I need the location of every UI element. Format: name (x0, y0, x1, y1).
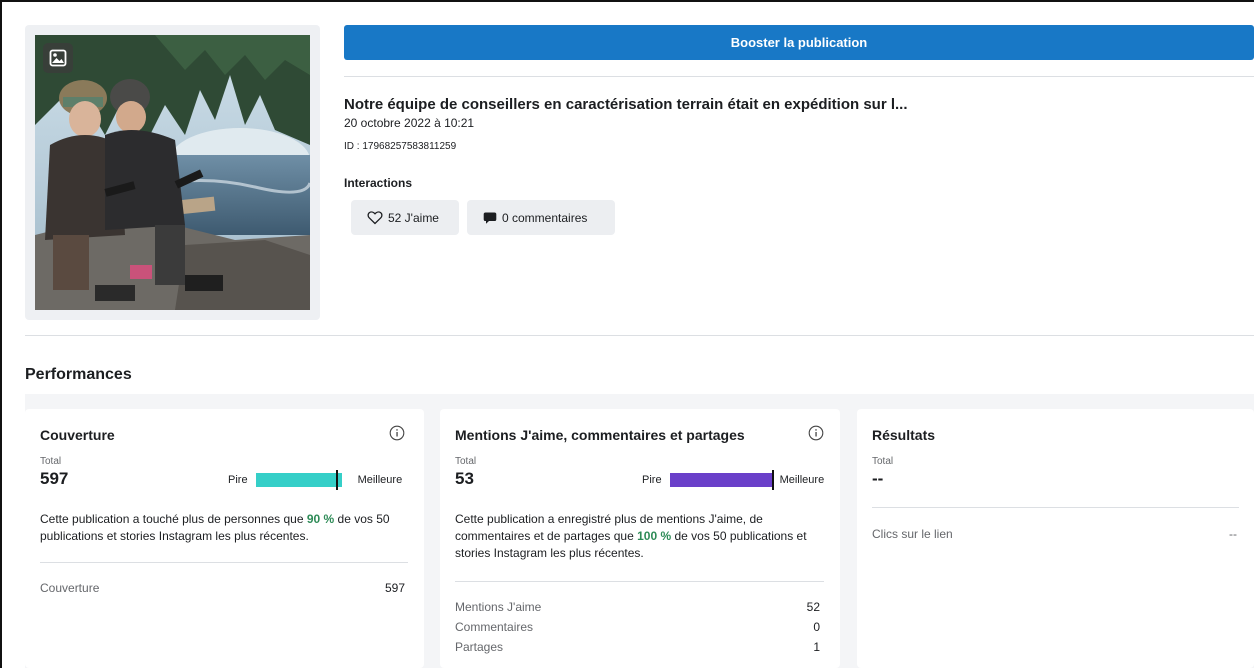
divider (872, 507, 1239, 508)
metric-row: Mentions J'aime 52 (455, 600, 820, 614)
percentile-bar-fill (255, 473, 342, 487)
metric-row: Couverture 597 (40, 581, 405, 595)
total-label: Total (455, 456, 477, 467)
comments-pill[interactable]: 0 commentaires (467, 200, 615, 235)
interactions-label: Interactions (344, 176, 413, 190)
reach-description: Cette publication a touché plus de perso… (40, 512, 390, 543)
total-label: Total (872, 456, 894, 467)
scale-high-label: Meilleure (357, 474, 403, 486)
scale-high-label: Meilleure (779, 474, 825, 486)
post-photo[interactable] (35, 35, 310, 310)
total-value: -- (872, 469, 884, 488)
post-date: 20 octobre 2022 à 10:21 (344, 116, 475, 130)
boost-post-button[interactable]: Booster la publication (344, 25, 1254, 60)
scale-low-label: Pire (642, 474, 662, 486)
percentile-marker (335, 470, 338, 490)
card-title: Mentions J'aime, commentaires et partage… (455, 427, 745, 443)
metric-row: Partages 1 (455, 640, 820, 654)
likes-count: 52 J'aime (388, 210, 439, 225)
percentile-bar (255, 470, 352, 490)
percentile-bar-fill (669, 473, 774, 487)
percentile-scale: Pire Meilleure (228, 470, 403, 490)
metric-row: Commentaires 0 (455, 620, 820, 634)
total-value: 53 (455, 469, 474, 488)
post-id: ID : 17968257583811259 (344, 141, 457, 152)
image-icon (43, 43, 73, 73)
card-title: Couverture (40, 427, 115, 443)
scale-low-label: Pire (228, 474, 248, 486)
engagement-description: Cette publication a enregistré plus de m… (455, 512, 807, 560)
reach-card: Couverture Total 597 Pire Meilleure Cett… (25, 409, 424, 668)
results-card: Résultats Total -- Clics sur le lien -- (857, 409, 1254, 668)
post-title: Notre équipe de conseillers en caractéri… (344, 96, 908, 113)
divider (40, 562, 408, 563)
total-label: Total (40, 456, 62, 467)
heart-icon (367, 211, 383, 225)
divider (455, 581, 824, 582)
info-icon[interactable] (808, 425, 824, 441)
performances-heading: Performances (25, 366, 132, 383)
comments-count: 0 commentaires (502, 210, 588, 225)
likes-pill[interactable]: 52 J'aime (351, 200, 459, 235)
divider (25, 335, 1254, 336)
engagement-card: Mentions J'aime, commentaires et partage… (440, 409, 840, 668)
post-thumbnail-card (25, 25, 320, 320)
percentile-bar (669, 470, 774, 490)
divider (344, 76, 1254, 77)
metric-row: Clics sur le lien -- (872, 527, 1237, 541)
card-title: Résultats (872, 427, 936, 443)
total-value: 597 (40, 469, 69, 488)
percentile-marker (771, 470, 774, 490)
info-icon[interactable] (389, 425, 405, 441)
percentile-scale: Pire Meilleure (642, 470, 825, 490)
speech-bubble-icon (483, 212, 497, 224)
